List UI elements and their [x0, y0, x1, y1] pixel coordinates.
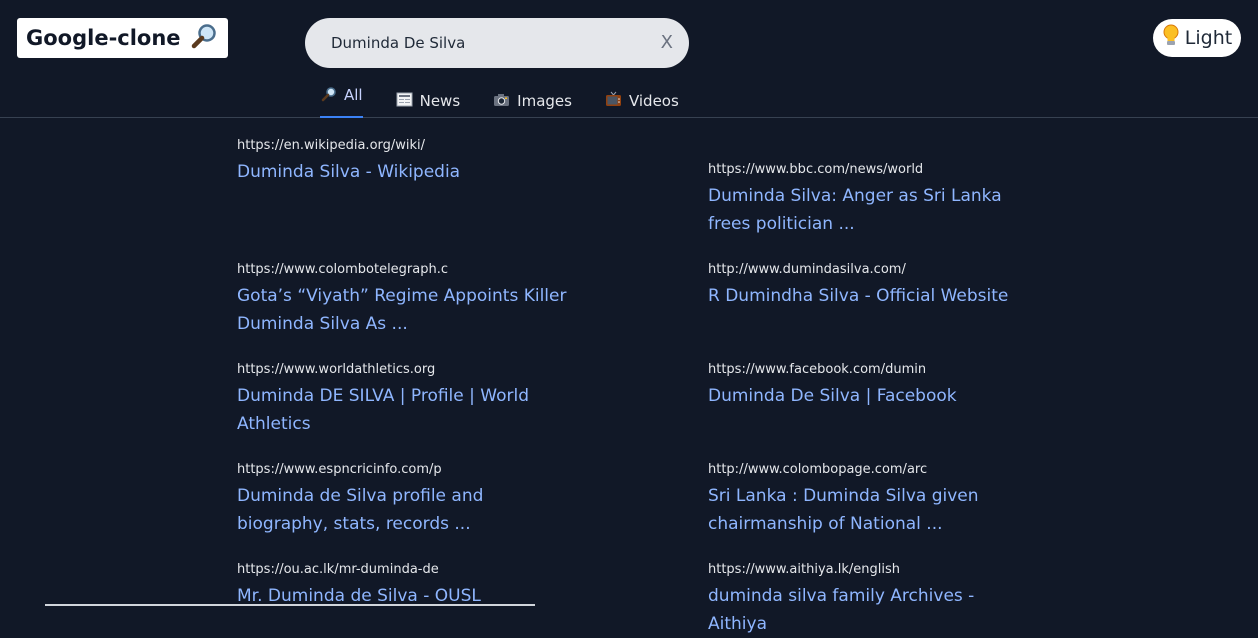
search-input[interactable]: [331, 34, 631, 52]
result-url: https://www.bbc.com/news/world: [708, 162, 924, 177]
result-item: http://www.dumindasilva.com/ R Dumindha …: [708, 262, 1038, 310]
tab-images[interactable]: Images: [493, 86, 572, 118]
result-title-link[interactable]: Duminda De Silva | Facebook: [708, 382, 1038, 410]
result-url: http://www.dumindasilva.com/: [708, 262, 906, 277]
result-title-link[interactable]: Duminda Silva: Anger as Sri Lanka frees …: [708, 182, 1038, 238]
result-url: https://www.worldathletics.org: [237, 362, 436, 377]
result-url: http://www.colombopage.com/arc: [708, 462, 928, 477]
logo-text: Google-clone: [26, 26, 181, 50]
result-item: https://www.colombotelegraph.c Gota’s “V…: [237, 262, 567, 338]
result-url: https://www.colombotelegraph.c: [237, 262, 449, 277]
result-title-link[interactable]: Sri Lanka : Duminda Silva given chairman…: [708, 482, 1038, 538]
result-item: https://www.worldathletics.org Duminda D…: [237, 362, 567, 438]
result-title-link[interactable]: duminda silva family Archives - Aithiya: [708, 582, 1038, 638]
tab-news-label: News: [419, 92, 461, 110]
magnifier-icon: [320, 86, 337, 103]
tab-videos-label: Videos: [628, 92, 679, 110]
tab-videos[interactable]: Videos: [605, 86, 679, 118]
result-url: https://ou.ac.lk/mr-duminda-de: [237, 562, 439, 577]
result-url: https://en.wikipedia.org/wiki/: [237, 138, 426, 153]
tab-images-label: Images: [517, 92, 572, 110]
result-title-link[interactable]: Gota’s “Viyath” Regime Appoints Killer D…: [237, 282, 567, 338]
lightbulb-icon: [1162, 24, 1180, 53]
theme-toggle-button[interactable]: Light: [1153, 19, 1241, 57]
camera-icon: [493, 91, 510, 108]
tab-all[interactable]: All: [320, 86, 363, 118]
result-item: https://www.bbc.com/news/world Duminda S…: [708, 162, 1038, 238]
result-title-link[interactable]: R Dumindha Silva - Official Website: [708, 282, 1038, 310]
clear-search-button[interactable]: X: [661, 32, 673, 53]
result-item: https://www.facebook.com/dumin Duminda D…: [708, 362, 1038, 410]
newspaper-icon: [396, 91, 413, 108]
result-title-link[interactable]: Duminda DE SILVA | Profile | World Athle…: [237, 382, 567, 438]
tab-news[interactable]: News: [396, 86, 461, 118]
result-item: https://www.aithiya.lk/english duminda s…: [708, 562, 1038, 638]
result-url: https://www.facebook.com/dumin: [708, 362, 927, 377]
result-title-link[interactable]: Duminda de Silva profile and biography, …: [237, 482, 567, 538]
result-item: https://www.espncricinfo.com/p Duminda d…: [237, 462, 567, 538]
search-results: https://en.wikipedia.org/wiki/ Duminda S…: [0, 119, 1258, 634]
logo-link[interactable]: Google-clone: [17, 18, 228, 58]
result-item: http://www.colombopage.com/arc Sri Lanka…: [708, 462, 1038, 538]
result-url: https://www.espncricinfo.com/p: [237, 462, 442, 477]
magnifier-icon: [189, 22, 219, 55]
result-item: https://ou.ac.lk/mr-duminda-de Mr. Dumin…: [237, 562, 567, 610]
theme-toggle-label: Light: [1184, 27, 1233, 49]
search-bar: X: [305, 18, 689, 68]
tv-icon: [605, 91, 622, 108]
tab-all-label: All: [344, 86, 363, 104]
result-item: https://en.wikipedia.org/wiki/ Duminda S…: [237, 138, 567, 186]
result-title-link[interactable]: Duminda Silva - Wikipedia: [237, 158, 567, 186]
search-tabs: All News Images Videos: [320, 86, 712, 118]
top-bar: Google-clone X Light: [0, 0, 1258, 118]
result-url: https://www.aithiya.lk/english: [708, 562, 900, 577]
